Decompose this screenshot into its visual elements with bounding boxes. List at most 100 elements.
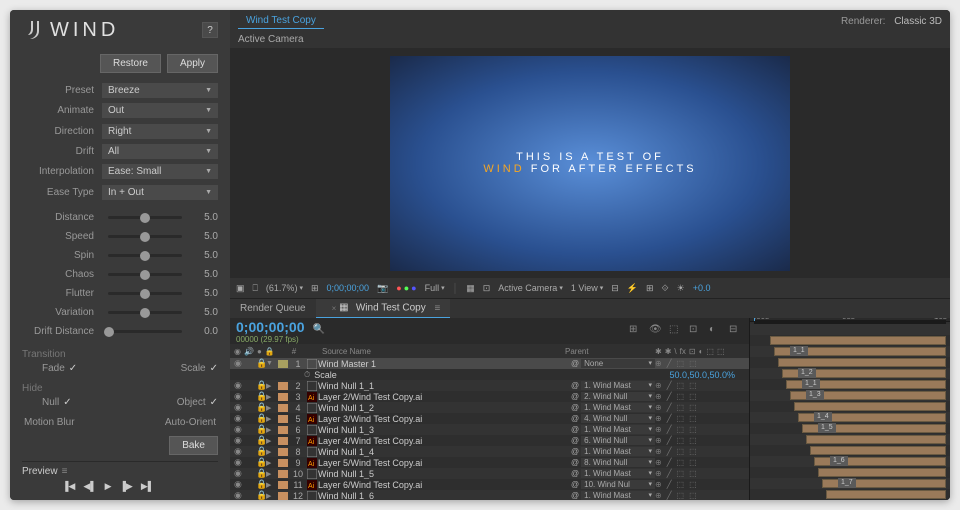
channel-icon[interactable]: ●●● (396, 283, 416, 293)
motionblur-label[interactable]: Motion Blur (24, 417, 75, 428)
playhead[interactable] (754, 318, 755, 321)
null-check[interactable]: Null✓ (42, 397, 72, 408)
timeline-comp-tab[interactable]: × ▦ Wind Test Copy ≡ (316, 299, 451, 318)
last-frame-button[interactable]: ▶▌ (141, 481, 154, 492)
snapshot-icon[interactable]: 📷 (377, 283, 388, 294)
layer-bar[interactable] (818, 468, 946, 477)
label-color[interactable] (278, 382, 288, 390)
layer-row[interactable]: ◉ 🔒 ▶ 9 Ai Layer 5/Wind Test Copy.ai @8.… (230, 457, 749, 468)
visibility-toggle[interactable]: ◉ (234, 380, 246, 391)
twirl-icon[interactable]: ▶ (266, 393, 276, 401)
layer-bar[interactable] (770, 336, 946, 345)
marker-label[interactable]: 1_2 (798, 368, 816, 378)
parent-select[interactable]: 1. Wind Mast▾ (581, 447, 655, 456)
comp-mini-icon[interactable]: ⊞ (629, 324, 643, 338)
switch[interactable]: ⬚ (677, 436, 685, 445)
timecode-display[interactable]: 0;00;00;00 (236, 319, 305, 335)
switch[interactable]: ⬚ (689, 359, 697, 368)
visibility-toggle[interactable]: ◉ (234, 468, 246, 479)
switch[interactable]: ╱ (667, 414, 672, 423)
layer-track[interactable]: 1_3 (750, 390, 950, 401)
slider-thumb[interactable] (104, 327, 114, 337)
layer-track[interactable] (750, 467, 950, 478)
sourcename-col[interactable]: Source Name (304, 347, 565, 356)
marker-label[interactable]: 1_5 (818, 423, 836, 433)
marker-label[interactable]: 1_1 (790, 346, 808, 356)
switch[interactable]: ⬚ (677, 458, 685, 467)
slider-thumb[interactable] (140, 213, 150, 223)
layer-track[interactable]: 1_7 (750, 478, 950, 489)
switch[interactable]: ⬚ (689, 425, 697, 434)
twirl-icon[interactable]: ▶ (266, 448, 276, 456)
switch[interactable]: ⬚ (689, 480, 697, 489)
visibility-toggle[interactable]: ◉ (234, 391, 246, 402)
layer-name[interactable]: Wind Null 1_2 (318, 403, 571, 413)
slider-thumb[interactable] (140, 308, 150, 318)
label-color[interactable] (278, 404, 288, 412)
close-tab-icon[interactable]: × (332, 304, 337, 313)
layer-name[interactable]: Layer 4/Wind Test Copy.ai (318, 436, 571, 446)
twirl-icon[interactable]: ▶ (266, 437, 276, 445)
slider-thumb[interactable] (140, 232, 150, 242)
layer-row[interactable]: ◉ 🔒 ▶ 3 Ai Layer 2/Wind Test Copy.ai @2.… (230, 391, 749, 402)
switch[interactable]: ⊕ (655, 359, 662, 368)
label-color[interactable] (278, 360, 288, 368)
layer-row[interactable]: ◉ 🔒 ▶ 7 Ai Layer 4/Wind Test Copy.ai @6.… (230, 435, 749, 446)
lock-toggle[interactable]: 🔒 (256, 380, 266, 391)
pixel-aspect-icon[interactable]: ⊟ (611, 283, 619, 294)
frameblend-icon[interactable]: ⊡ (689, 324, 703, 338)
shy-icon[interactable]: 👁 (649, 324, 663, 338)
layer-row[interactable]: ◉ 🔒 ▶ 10 Wind Null 1_5 @1. Wind Mast▾ ⊕ … (230, 468, 749, 479)
switch[interactable]: ╱ (667, 359, 672, 368)
marker-label[interactable]: 1_7 (838, 478, 856, 488)
distance-value[interactable]: 5.0 (188, 212, 218, 223)
slider-thumb[interactable] (140, 289, 150, 299)
res-menu-icon[interactable]: ⊞ (311, 283, 319, 294)
twirl-icon[interactable]: ▶ (266, 426, 276, 434)
layer-bar[interactable] (826, 490, 946, 499)
lock-toggle[interactable]: 🔒 (256, 358, 266, 369)
timeline-tracks[interactable]: :00s 05s 10s 1_11_21_11_31_41_51_61_7 (750, 318, 950, 500)
parent-select[interactable]: 10. Wind Nul▾ (581, 480, 655, 489)
screen-icon[interactable]: ⎕ (253, 283, 258, 294)
pickwhip-icon[interactable]: @ (571, 447, 579, 456)
layer-row[interactable]: ◉ 🔒 ▶ 2 Wind Null 1_1 @1. Wind Mast▾ ⊕ ╱… (230, 380, 749, 391)
layer-track[interactable]: 1_2 (750, 368, 950, 379)
visibility-toggle[interactable]: ◉ (234, 435, 246, 446)
render-queue-tab[interactable]: Render Queue (230, 300, 316, 317)
layer-row[interactable]: ◉ 🔒 ▶ 11 Ai Layer 6/Wind Test Copy.ai @1… (230, 479, 749, 490)
switch[interactable]: ╱ (667, 491, 672, 500)
switch[interactable]: ⬚ (689, 469, 697, 478)
layer-name[interactable]: Layer 6/Wind Test Copy.ai (318, 480, 571, 490)
property-value[interactable]: 50.0,50.0,50.0% (669, 370, 735, 380)
lock-toggle[interactable]: 🔒 (256, 446, 266, 457)
fast-preview-icon[interactable]: ⚡ (627, 283, 638, 294)
switch[interactable]: ⬚ (677, 381, 685, 390)
switch[interactable]: ╱ (667, 403, 672, 412)
layer-row[interactable]: ◉ 🔒 ▶ 8 Wind Null 1_4 @1. Wind Mast▾ ⊕ ╱… (230, 446, 749, 457)
help-button[interactable]: ? (202, 22, 218, 38)
switch[interactable]: ⊕ (655, 381, 662, 390)
twirl-icon[interactable]: ▶ (266, 492, 276, 500)
layer-row[interactable]: ◉ 🔒 ▼ 1 Wind Master 1 @None▾ ⊕ ╱ ⬚ ⬚ (230, 358, 749, 369)
switch[interactable]: ⬚ (677, 403, 685, 412)
switch[interactable]: ╱ (667, 469, 672, 478)
switch[interactable]: ⊕ (655, 491, 662, 500)
parent-select[interactable]: 8. Wind Null▾ (581, 458, 655, 467)
twirl-icon[interactable]: ▶ (266, 404, 276, 412)
visibility-toggle[interactable]: ◉ (234, 402, 246, 413)
label-color[interactable] (278, 492, 288, 500)
switch[interactable]: ╱ (667, 447, 672, 456)
slider-thumb[interactable] (140, 270, 150, 280)
pickwhip-icon[interactable]: @ (571, 491, 579, 500)
comp-tab[interactable]: Wind Test Copy (238, 13, 324, 29)
visibility-toggle[interactable]: ◉ (234, 413, 246, 424)
renderer-select[interactable]: Classic 3D (894, 16, 942, 27)
layer-bar[interactable] (806, 435, 946, 444)
twirl-icon[interactable]: ▶ (266, 459, 276, 467)
parent-select[interactable]: 1. Wind Mast▾ (581, 469, 655, 478)
speed-value[interactable]: 5.0 (188, 231, 218, 242)
switch[interactable]: ⬚ (689, 392, 697, 401)
twirl-icon[interactable]: ▼ (266, 360, 276, 367)
switch[interactable]: ⊕ (655, 447, 662, 456)
